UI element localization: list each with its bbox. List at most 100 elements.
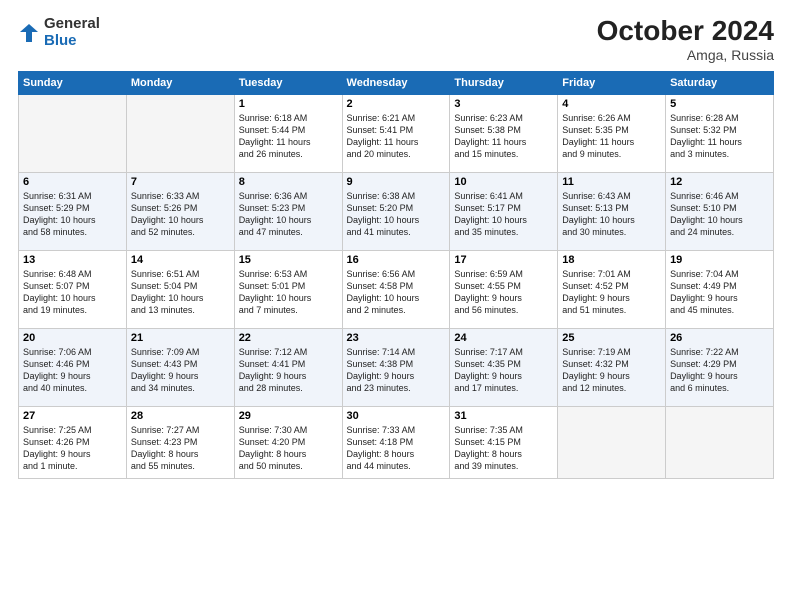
day-cell: 4 Sunrise: 6:26 AM Sunset: 5:35 PM Daylig… [558,94,666,172]
day-cell: 3 Sunrise: 6:23 AM Sunset: 5:38 PM Daylig… [450,94,558,172]
day-number: 11 [562,176,661,188]
day-info: Sunrise: 7:22 AM Sunset: 4:29 PM Dayligh… [670,346,769,395]
day-info: Sunrise: 6:46 AM Sunset: 5:10 PM Dayligh… [670,190,769,239]
week-row-4: 20 Sunrise: 7:06 AM Sunset: 4:46 PM Dayli… [19,328,774,406]
day-number: 22 [239,332,338,344]
day-number: 12 [670,176,769,188]
day-number: 3 [454,98,553,110]
day-number: 25 [562,332,661,344]
day-cell: 21Sunrise: 7:09 AM Sunset: 4:43 PM Dayli… [126,328,234,406]
day-number: 23 [347,332,446,344]
day-number: 29 [239,410,338,422]
week-row-1: 1 Sunrise: 6:18 AM Sunset: 5:44 PM Daylig… [19,94,774,172]
day-cell [19,94,127,172]
day-info: Sunrise: 6:43 AM Sunset: 5:13 PM Dayligh… [562,190,661,239]
day-cell: 29Sunrise: 7:30 AM Sunset: 4:20 PM Dayli… [234,406,342,478]
day-cell: 25Sunrise: 7:19 AM Sunset: 4:32 PM Dayli… [558,328,666,406]
day-info: Sunrise: 6:41 AM Sunset: 5:17 PM Dayligh… [454,190,553,239]
day-info: Sunrise: 7:25 AM Sunset: 4:26 PM Dayligh… [23,424,122,473]
day-cell: 10 Sunrise: 6:41 AM Sunset: 5:17 PM Dayli… [450,172,558,250]
day-info: Sunrise: 6:59 AM Sunset: 4:55 PM Dayligh… [454,268,553,317]
day-number: 21 [131,332,230,344]
header-tuesday: Tuesday [234,71,342,94]
logo-blue-text: Blue [44,33,100,50]
day-cell: 13Sunrise: 6:48 AM Sunset: 5:07 PM Dayli… [19,250,127,328]
day-number: 14 [131,254,230,266]
calendar-header: Sunday Monday Tuesday Wednesday Thursday… [19,71,774,94]
header-thursday: Thursday [450,71,558,94]
day-cell: 9 Sunrise: 6:38 AM Sunset: 5:20 PM Daylig… [342,172,450,250]
day-cell: 24 Sunrise: 7:17 AM Sunset: 4:35 PM Dayli… [450,328,558,406]
logo-general-text: General [44,16,100,33]
day-number: 26 [670,332,769,344]
day-number: 18 [562,254,661,266]
day-number: 20 [23,332,122,344]
day-number: 19 [670,254,769,266]
day-number: 27 [23,410,122,422]
header: General Blue October 2024 Amga, Russia [18,16,774,63]
day-cell: 17 Sunrise: 6:59 AM Sunset: 4:55 PM Dayli… [450,250,558,328]
day-cell: 27 Sunrise: 7:25 AM Sunset: 4:26 PM Dayli… [19,406,127,478]
day-number: 2 [347,98,446,110]
day-number: 9 [347,176,446,188]
day-cell [666,406,774,478]
day-cell [558,406,666,478]
day-info: Sunrise: 6:31 AM Sunset: 5:29 PM Dayligh… [23,190,122,239]
header-wednesday: Wednesday [342,71,450,94]
day-info: Sunrise: 6:53 AM Sunset: 5:01 PM Dayligh… [239,268,338,317]
day-number: 13 [23,254,122,266]
day-number: 7 [131,176,230,188]
day-cell: 5 Sunrise: 6:28 AM Sunset: 5:32 PM Daylig… [666,94,774,172]
calendar-table: Sunday Monday Tuesday Wednesday Thursday… [18,71,774,479]
location: Amga, Russia [597,47,774,63]
day-number: 5 [670,98,769,110]
day-info: Sunrise: 6:26 AM Sunset: 5:35 PM Dayligh… [562,112,661,161]
day-cell: 26 Sunrise: 7:22 AM Sunset: 4:29 PM Dayli… [666,328,774,406]
day-number: 4 [562,98,661,110]
day-info: Sunrise: 6:38 AM Sunset: 5:20 PM Dayligh… [347,190,446,239]
day-info: Sunrise: 7:17 AM Sunset: 4:35 PM Dayligh… [454,346,553,395]
day-cell [126,94,234,172]
day-cell: 22 Sunrise: 7:12 AM Sunset: 4:41 PM Dayli… [234,328,342,406]
week-row-2: 6 Sunrise: 6:31 AM Sunset: 5:29 PM Daylig… [19,172,774,250]
week-row-3: 13Sunrise: 6:48 AM Sunset: 5:07 PM Dayli… [19,250,774,328]
month-title: October 2024 [597,16,774,47]
day-number: 24 [454,332,553,344]
day-info: Sunrise: 6:33 AM Sunset: 5:26 PM Dayligh… [131,190,230,239]
day-number: 15 [239,254,338,266]
week-row-5: 27 Sunrise: 7:25 AM Sunset: 4:26 PM Dayli… [19,406,774,478]
header-monday: Monday [126,71,234,94]
day-cell: 11 Sunrise: 6:43 AM Sunset: 5:13 PM Dayli… [558,172,666,250]
day-info: Sunrise: 7:06 AM Sunset: 4:46 PM Dayligh… [23,346,122,395]
day-cell: 31Sunrise: 7:35 AM Sunset: 4:15 PM Dayli… [450,406,558,478]
day-cell: 15 Sunrise: 6:53 AM Sunset: 5:01 PM Dayli… [234,250,342,328]
day-cell: 28Sunrise: 7:27 AM Sunset: 4:23 PM Dayli… [126,406,234,478]
day-info: Sunrise: 7:33 AM Sunset: 4:18 PM Dayligh… [347,424,446,473]
day-number: 1 [239,98,338,110]
day-info: Sunrise: 7:01 AM Sunset: 4:52 PM Dayligh… [562,268,661,317]
day-cell: 30 Sunrise: 7:33 AM Sunset: 4:18 PM Dayli… [342,406,450,478]
day-number: 10 [454,176,553,188]
header-row: Sunday Monday Tuesday Wednesday Thursday… [19,71,774,94]
day-info: Sunrise: 6:51 AM Sunset: 5:04 PM Dayligh… [131,268,230,317]
day-cell: 19 Sunrise: 7:04 AM Sunset: 4:49 PM Dayli… [666,250,774,328]
calendar-body: 1 Sunrise: 6:18 AM Sunset: 5:44 PM Daylig… [19,94,774,478]
day-number: 31 [454,410,553,422]
day-cell: 18 Sunrise: 7:01 AM Sunset: 4:52 PM Dayli… [558,250,666,328]
day-cell: 16 Sunrise: 6:56 AM Sunset: 4:58 PM Dayli… [342,250,450,328]
day-number: 17 [454,254,553,266]
day-info: Sunrise: 6:28 AM Sunset: 5:32 PM Dayligh… [670,112,769,161]
day-number: 16 [347,254,446,266]
day-info: Sunrise: 6:56 AM Sunset: 4:58 PM Dayligh… [347,268,446,317]
logo-icon [18,22,40,44]
day-info: Sunrise: 7:12 AM Sunset: 4:41 PM Dayligh… [239,346,338,395]
day-number: 30 [347,410,446,422]
day-info: Sunrise: 6:18 AM Sunset: 5:44 PM Dayligh… [239,112,338,161]
day-cell: 1 Sunrise: 6:18 AM Sunset: 5:44 PM Daylig… [234,94,342,172]
day-number: 6 [23,176,122,188]
header-saturday: Saturday [666,71,774,94]
day-info: Sunrise: 7:14 AM Sunset: 4:38 PM Dayligh… [347,346,446,395]
day-info: Sunrise: 7:04 AM Sunset: 4:49 PM Dayligh… [670,268,769,317]
day-info: Sunrise: 6:23 AM Sunset: 5:38 PM Dayligh… [454,112,553,161]
logo: General Blue [18,16,100,49]
